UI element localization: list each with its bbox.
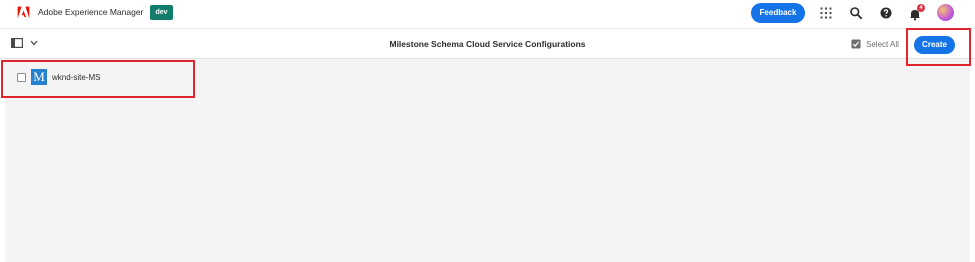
select-all-icon — [851, 39, 861, 49]
page-title: Milestone Schema Cloud Service Configura… — [389, 39, 586, 49]
feedback-button[interactable]: Feedback — [751, 3, 805, 23]
action-bar: Milestone Schema Cloud Service Configura… — [0, 28, 975, 59]
select-all-label: Select All — [866, 39, 899, 49]
apps-grid-icon[interactable] — [819, 6, 833, 20]
highlight-box-create — [906, 28, 971, 66]
notification-count-badge: 4 — [917, 4, 925, 12]
top-header: Adobe Experience Manager dev Feedback 4 — [0, 0, 975, 28]
adobe-logo-icon — [17, 6, 30, 19]
user-avatar[interactable] — [937, 4, 954, 21]
notifications-button[interactable]: 4 — [908, 4, 926, 21]
environment-badge: dev — [150, 5, 173, 20]
brand[interactable]: Adobe Experience Manager — [17, 6, 143, 19]
help-icon[interactable] — [879, 6, 893, 20]
app-name: Adobe Experience Manager — [38, 7, 144, 17]
search-icon[interactable] — [849, 6, 863, 20]
highlight-box-item — [1, 60, 195, 98]
select-all-button[interactable]: Select All — [851, 39, 899, 49]
